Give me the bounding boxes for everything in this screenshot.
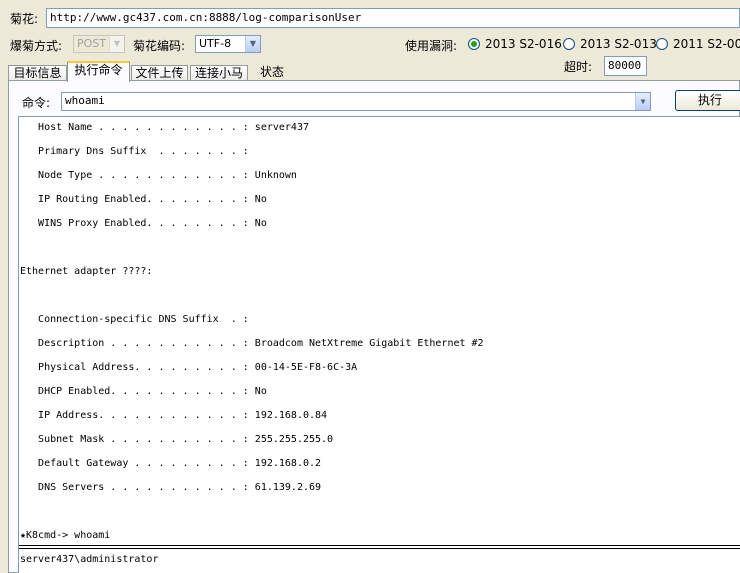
output-line: Description . . . . . . . . . . . : Broa… — [20, 338, 484, 349]
tab-file-upload[interactable]: 文件上传 — [131, 65, 188, 81]
output-line: IP Address. . . . . . . . . . . . : 192.… — [20, 410, 328, 421]
radio-unchecked-icon — [656, 38, 668, 50]
encoding-value: UTF-8 — [199, 37, 232, 50]
vuln-option-label: 2011 S2-00 — [673, 37, 740, 51]
timeout-label: 超时: — [564, 60, 593, 74]
command-label: 命令: — [22, 96, 51, 110]
method-select[interactable]: POST ▼ — [73, 35, 125, 53]
vuln-option-label: 2013 S2-013 — [580, 37, 657, 51]
tab-status[interactable]: 状态 — [256, 65, 288, 81]
output-line: Ethernet adapter ????: — [20, 266, 153, 277]
command-value: whoami — [65, 94, 105, 107]
output-line: DHCP Enabled. . . . . . . . . . . : No — [20, 386, 267, 397]
tab-target-info[interactable]: 目标信息 — [8, 65, 67, 81]
command-output[interactable]: Host Name . . . . . . . . . . . . : serv… — [18, 116, 740, 573]
output-line: Default Gateway . . . . . . . . . : 192.… — [20, 458, 322, 469]
url-label: 菊花: — [10, 12, 39, 26]
timeout-input[interactable]: 80000 — [604, 56, 647, 76]
vuln-radio-s2-016[interactable]: 2013 S2-016 — [468, 37, 562, 51]
encoding-label: 菊花编码: — [133, 39, 186, 53]
output-separator — [19, 545, 740, 549]
output-line: Node Type . . . . . . . . . . . . : Unkn… — [20, 170, 297, 181]
vuln-radio-s2-013[interactable]: 2013 S2-013 — [563, 37, 657, 51]
result-line: server437\administrator — [20, 554, 159, 565]
output-line: Connection-specific DNS Suffix . : — [20, 314, 249, 325]
tab-connect-shell[interactable]: 连接小马 — [190, 65, 248, 81]
output-line: Primary Dns Suffix . . . . . . . : — [20, 146, 249, 157]
radio-unchecked-icon — [563, 38, 575, 50]
output-line: Physical Address. . . . . . . . . : 00-1… — [20, 362, 358, 373]
encoding-select[interactable]: UTF-8 ▼ — [195, 35, 261, 53]
chevron-down-icon: ▼ — [109, 36, 124, 52]
command-input[interactable]: whoami ▼ — [61, 92, 651, 111]
radio-checked-icon — [468, 38, 480, 50]
chevron-down-icon: ▼ — [635, 93, 650, 110]
tab-execute-command[interactable]: 执行命令 — [67, 61, 130, 82]
output-line: Subnet Mask . . . . . . . . . . . : 255.… — [20, 434, 334, 445]
output-line: DNS Servers . . . . . . . . . . . : 61.1… — [20, 482, 322, 493]
method-value: POST — [77, 37, 106, 50]
output-line: WINS Proxy Enabled. . . . . . . . : No — [20, 218, 267, 229]
vuln-radio-s2-00[interactable]: 2011 S2-00 — [656, 37, 740, 51]
url-input[interactable]: http://www.gc437.com.cn:8888/log-compari… — [46, 8, 740, 28]
output-line: IP Routing Enabled. . . . . . . . : No — [20, 194, 267, 205]
execute-button[interactable]: 执行 — [675, 90, 740, 111]
chevron-down-icon: ▼ — [245, 36, 260, 52]
prompt-line: ★K8cmd-> whoami — [20, 530, 111, 541]
method-label: 爆菊方式: — [10, 39, 63, 53]
output-line: Host Name . . . . . . . . . . . . : serv… — [20, 122, 309, 133]
vuln-label: 使用漏洞: — [405, 39, 458, 53]
vuln-option-label: 2013 S2-016 — [485, 37, 562, 51]
